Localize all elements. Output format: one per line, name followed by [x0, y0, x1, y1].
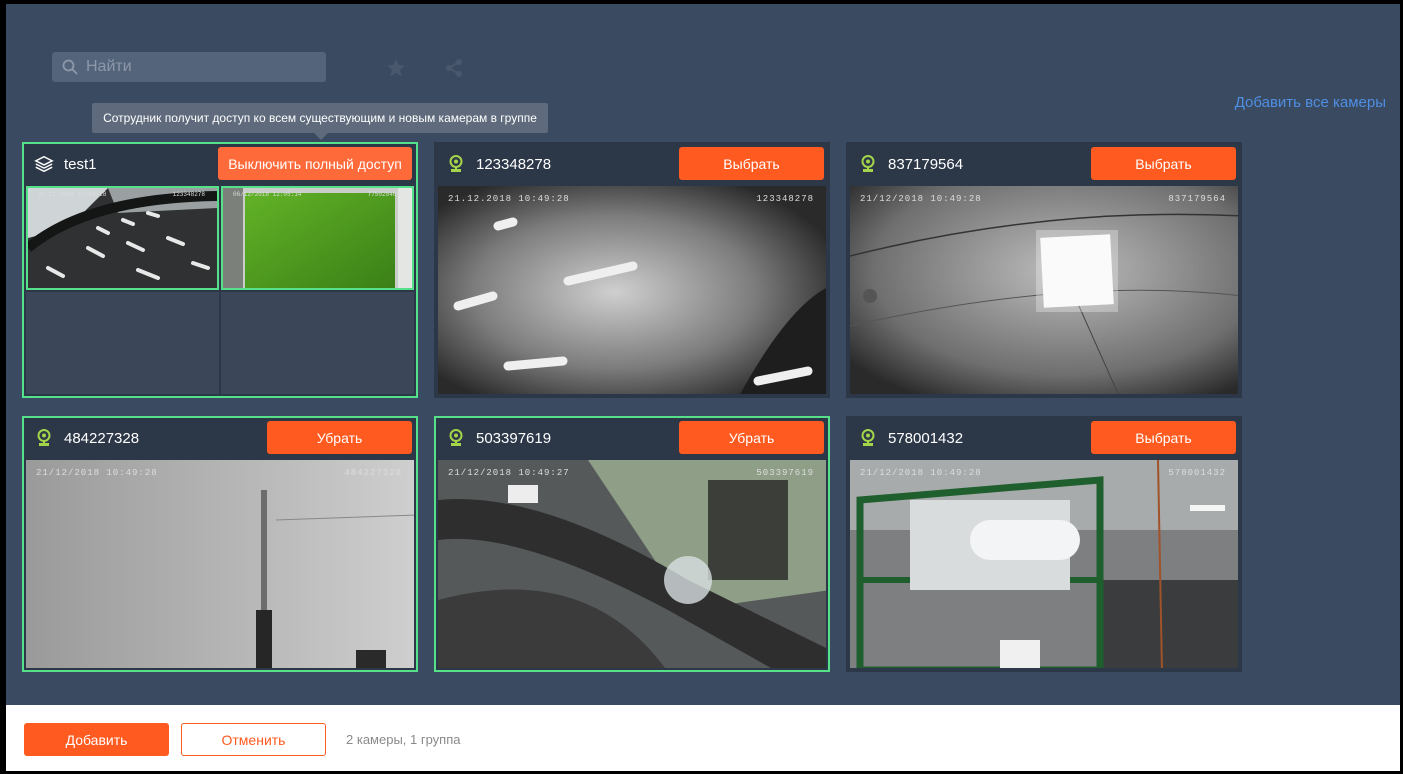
camera-id: 837179564 — [888, 155, 964, 173]
webcam-icon — [858, 429, 878, 447]
camera-feed: 21/12/2018 10:49:27 503397619 — [438, 460, 826, 668]
layers-icon — [34, 154, 54, 174]
footer-bar: Добавить Отменить 2 камеры, 1 группа — [6, 705, 1400, 771]
selection-summary: 2 камеры, 1 группа — [346, 732, 461, 747]
webcam-icon — [446, 429, 466, 447]
select-camera-button[interactable]: Выбрать — [1091, 147, 1236, 180]
camera-card-837179564[interactable]: 837179564 Выбрать 21/12/2018 10:49:28 83… — [846, 142, 1242, 398]
cancel-button[interactable]: Отменить — [181, 723, 326, 756]
osd-camera-id: 484227328 — [344, 468, 402, 478]
osd-camera-id: 503397619 — [756, 468, 814, 478]
camera-card-503397619[interactable]: 503397619 Убрать 21/12/2018 10:49:27 503… — [434, 416, 830, 672]
camera-id: 578001432 — [888, 429, 964, 447]
camera-feed: 21/12/2018 10:49:28 484227328 — [26, 460, 414, 668]
search-input[interactable] — [84, 57, 308, 77]
group-thumb-empty-4 — [221, 292, 414, 394]
camera-card-578001432[interactable]: 578001432 Выбрать 21/12/2018 10:49:28 57… — [846, 416, 1242, 672]
osd-camera-id: 123348278 — [756, 194, 814, 204]
osd-timestamp: 21.12.2018 10:49:28 — [448, 194, 570, 204]
camera-feed: 21/12/2018 10:49:28 837179564 — [850, 186, 1238, 394]
webcam-icon — [858, 155, 878, 173]
add-all-cameras-link[interactable]: Добавить все камеры — [1235, 94, 1386, 111]
camera-id: 503397619 — [476, 429, 552, 447]
disable-full-access-button[interactable]: Выключить полный доступ — [218, 147, 412, 180]
camera-card-header: 484227328 Убрать — [24, 418, 416, 458]
star-icon[interactable] — [386, 58, 406, 78]
select-camera-button[interactable]: Выбрать — [679, 147, 824, 180]
camera-id: 123348278 — [476, 155, 552, 173]
webcam-icon — [446, 155, 466, 173]
add-button[interactable]: Добавить — [24, 723, 169, 756]
osd-timestamp: 06/12/2018 12:05:14 — [233, 191, 302, 198]
osd-camera-id: 578001432 — [1168, 468, 1226, 478]
camera-card-123348278[interactable]: 123348278 Выбрать 21.12.2018 10:49:28 12… — [434, 142, 830, 398]
osd-timestamp: 21/12/2018 10:49:28 — [860, 468, 982, 478]
camera-card-header: 578001432 Выбрать — [848, 418, 1240, 458]
osd-camera-id: 837179564 — [1168, 194, 1226, 204]
osd-camera-id: 775028469 — [367, 191, 400, 198]
select-camera-button[interactable]: Выбрать — [1091, 421, 1236, 454]
camera-card-header: 837179564 Выбрать — [848, 144, 1240, 184]
group-name: test1 — [64, 155, 97, 173]
remove-camera-button[interactable]: Убрать — [267, 421, 412, 454]
group-thumb-empty-3 — [26, 292, 219, 394]
osd-timestamp: 21/12/2018 10:49:28 — [860, 194, 982, 204]
group-preview-grid: 21.12.2018 10:49:28 123348278 06/12/2018… — [26, 186, 414, 394]
osd-timestamp: 21/12/2018 10:49:28 — [36, 468, 158, 478]
share-icon[interactable] — [444, 58, 464, 78]
search-box[interactable] — [52, 52, 326, 82]
group-thumb-2: 06/12/2018 12:05:14 775028469 — [221, 186, 414, 290]
group-card-header: test1 Выключить полный доступ — [24, 144, 416, 184]
group-thumb-1: 21.12.2018 10:49:28 123348278 — [26, 186, 219, 290]
camera-picker-window: Добавить все камеры Сотрудник получит до… — [6, 4, 1400, 771]
camera-feed: 21/12/2018 10:49:28 578001432 — [850, 460, 1238, 668]
camera-card-header: 123348278 Выбрать — [436, 144, 828, 184]
group-card-test1[interactable]: test1 Выключить полный доступ 21.12.2018… — [22, 142, 418, 398]
search-icon — [62, 59, 78, 75]
osd-timestamp: 21/12/2018 10:49:27 — [448, 468, 570, 478]
webcam-icon — [34, 429, 54, 447]
camera-card-484227328[interactable]: 484227328 Убрать 21/12/2018 10:49:28 484… — [22, 416, 418, 672]
camera-feed: 21.12.2018 10:49:28 123348278 — [438, 186, 826, 394]
full-access-tooltip: Сотрудник получит доступ ко всем существ… — [92, 103, 548, 140]
camera-card-header: 503397619 Убрать — [436, 418, 828, 458]
osd-camera-id: 123348278 — [172, 191, 205, 198]
remove-camera-button[interactable]: Убрать — [679, 421, 824, 454]
camera-id: 484227328 — [64, 429, 140, 447]
osd-timestamp: 21.12.2018 10:49:28 — [38, 191, 107, 198]
